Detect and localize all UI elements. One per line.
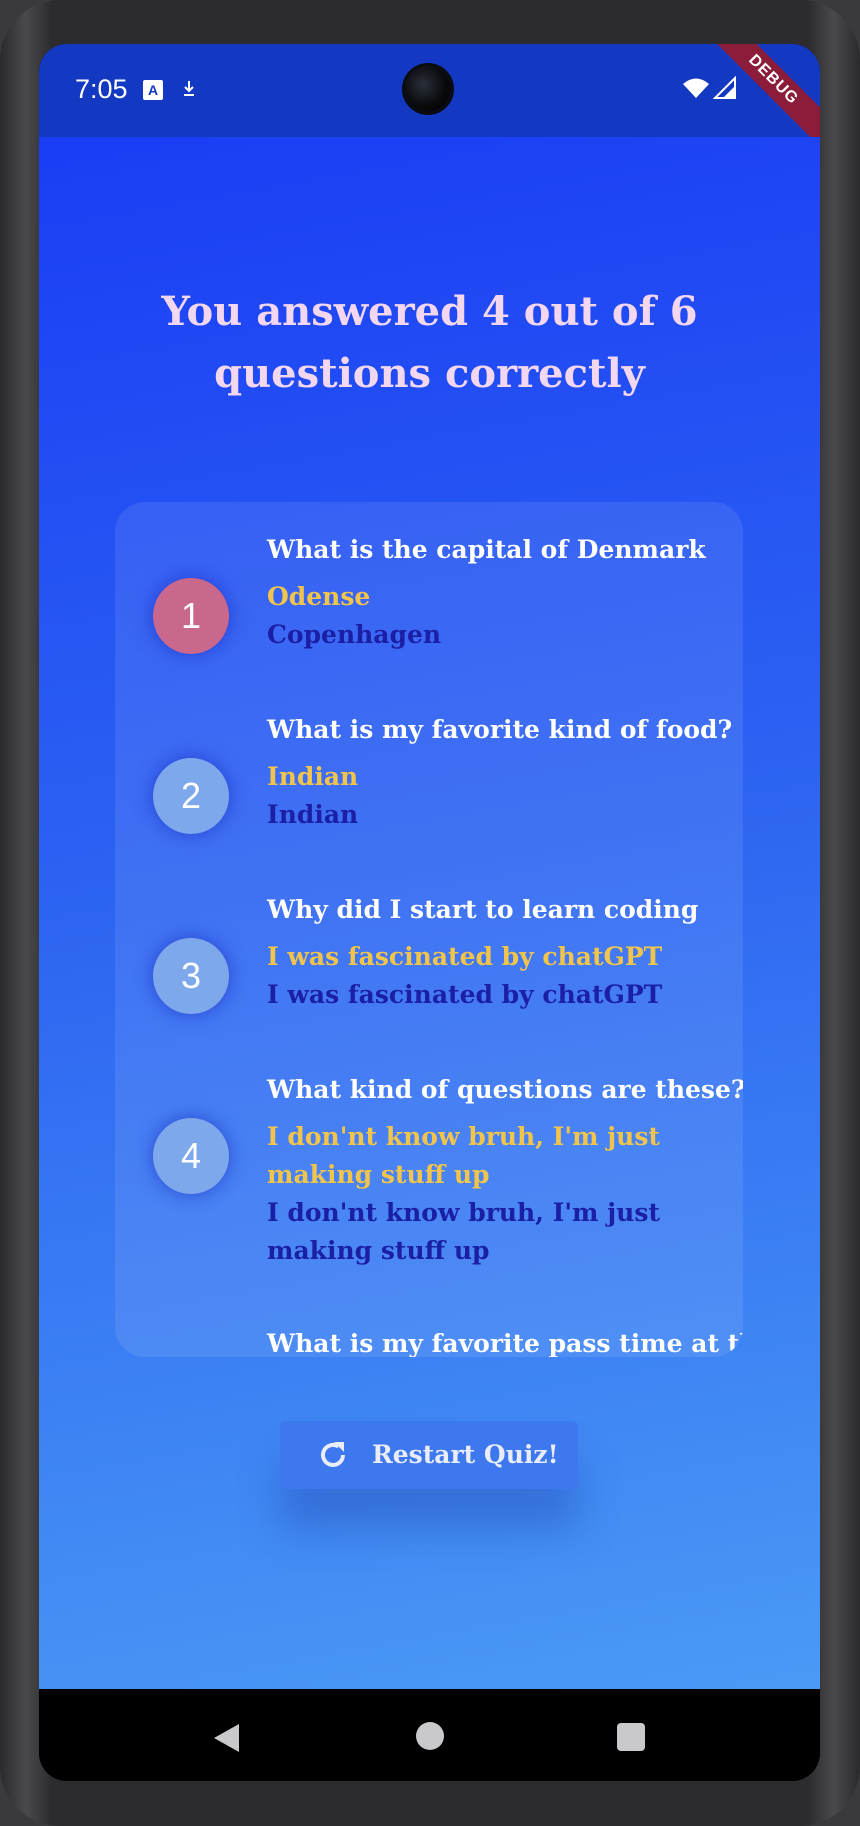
user-answer: Odense [267,582,371,611]
user-answer: I was fascinated by chatGPT [267,942,663,971]
cell-signal-icon [713,76,736,99]
restart-quiz-button[interactable]: Restart Quiz! [280,1421,578,1489]
user-answer: I don'nt know bruh, I'm just making stuf… [267,1122,660,1189]
user-answer: Indian [267,762,359,791]
correct-answer: I don'nt know bruh, I'm just making stuf… [267,1198,660,1265]
correct-answer: Copenhagen [267,620,442,649]
question-number-badge: 4 [153,1118,229,1194]
nav-home-button[interactable] [416,1722,444,1750]
phone-frame: 7:05 A DEBUG You answered 4 out of 6 que… [0,0,860,1826]
results-title-line1: You answered 4 out of 6 [161,288,698,335]
questions-summary-list[interactable]: 1 What is the capital of Denmark Odense … [115,502,743,1357]
restart-quiz-label: Restart Quiz! [372,1440,559,1469]
front-camera [405,66,451,112]
nav-recents-button[interactable] [617,1723,645,1751]
nav-back-button[interactable] [211,1722,241,1754]
correct-answer: I was fascinated by chatGPT [267,980,663,1009]
results-title-line2: questions correctly [214,350,645,397]
download-notification-icon [184,81,194,96]
question-text: What is my favorite kind of food? [267,715,733,744]
keyboard-notification-icon: A [143,80,163,100]
status-bar: 7:05 A DEBUG [39,44,820,151]
system-nav-bar [39,1689,820,1781]
results-screen: You answered 4 out of 6 questions correc… [39,137,820,1689]
question-text: What is the capital of Denmark [267,535,706,564]
status-time: 7:05 [75,74,128,104]
wifi-icon [683,78,709,98]
question-text: What kind of questions are these? [267,1075,743,1104]
question-text: Why did I start to learn coding [267,895,699,924]
correct-answer: Indian [267,800,359,829]
question-number-badge: 2 [153,758,229,834]
question-text: What is my favorite pass time at the [267,1329,743,1357]
question-number-badge: 1 [153,578,229,654]
question-number-badge: 3 [153,938,229,1014]
phone-screen: 7:05 A DEBUG You answered 4 out of 6 que… [39,44,820,1781]
refresh-icon [321,1442,345,1467]
results-title: You answered 4 out of 6 questions correc… [99,281,760,405]
